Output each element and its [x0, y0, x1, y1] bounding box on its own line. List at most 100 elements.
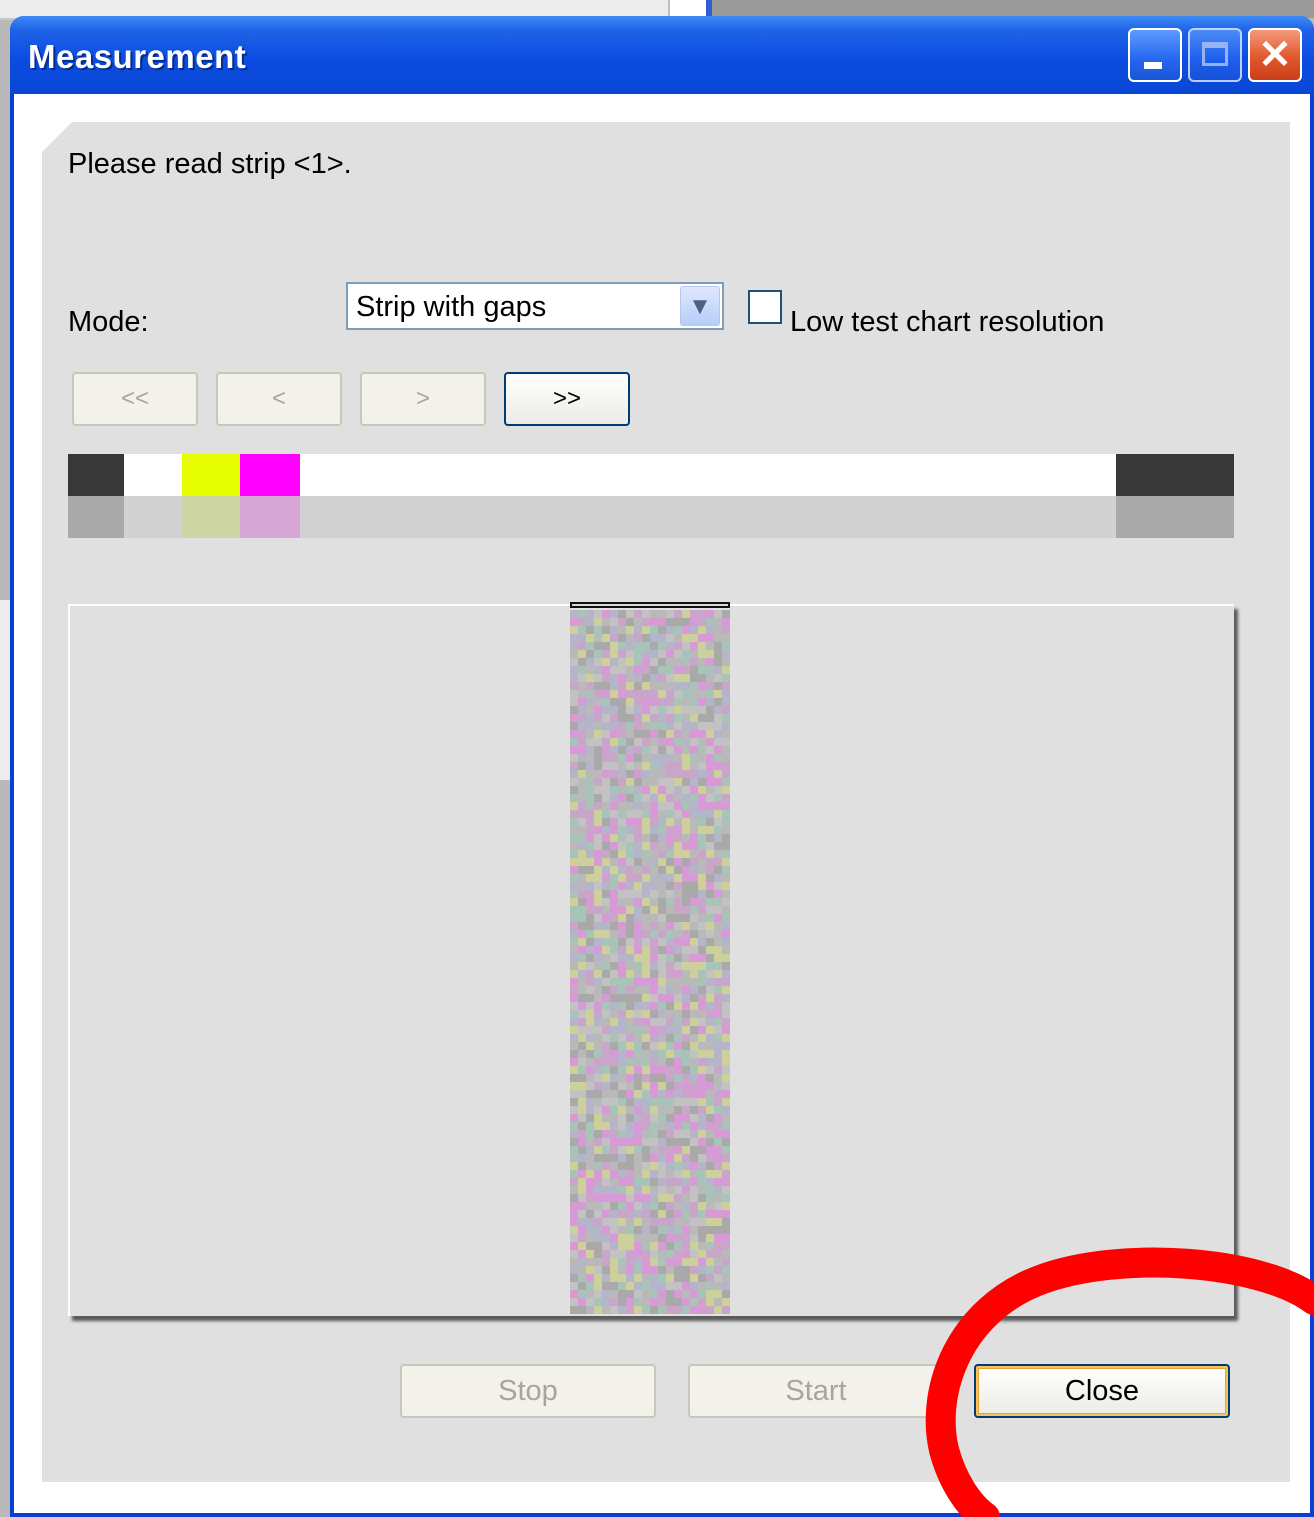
- chart-patch: [722, 810, 730, 818]
- low-resolution-checkbox[interactable]: [748, 290, 782, 324]
- chart-patch: [626, 1258, 634, 1266]
- chart-patch: [706, 1074, 714, 1082]
- stop-button[interactable]: Stop: [400, 1364, 656, 1418]
- chart-patch: [666, 906, 674, 914]
- chart-patch: [706, 650, 714, 658]
- chart-patch: [618, 1250, 626, 1258]
- chart-patch: [714, 1234, 722, 1242]
- chart-patch: [658, 1090, 666, 1098]
- chart-patch: [634, 1090, 642, 1098]
- chart-patch: [682, 1114, 690, 1122]
- chart-patch: [650, 898, 658, 906]
- chart-patch: [594, 1146, 602, 1154]
- chart-patch: [642, 986, 650, 994]
- chart-patch: [642, 826, 650, 834]
- chart-patch: [682, 658, 690, 666]
- chart-patch: [626, 1162, 634, 1170]
- chart-patch: [698, 706, 706, 714]
- chart-patch: [586, 730, 594, 738]
- chart-patch: [722, 1306, 730, 1314]
- chart-patch: [682, 906, 690, 914]
- chart-patch: [690, 610, 698, 618]
- chart-patch: [714, 1202, 722, 1210]
- chart-patch: [714, 1122, 722, 1130]
- chart-patch: [698, 1258, 706, 1266]
- first-strip-button[interactable]: <<: [72, 372, 198, 426]
- chart-patch: [618, 1010, 626, 1018]
- chart-patch: [602, 834, 610, 842]
- chart-patch: [706, 762, 714, 770]
- close-button[interactable]: Close: [974, 1364, 1230, 1418]
- minimize-button[interactable]: [1128, 28, 1182, 82]
- chart-patch: [706, 1018, 714, 1026]
- chart-patch: [666, 786, 674, 794]
- chart-patch: [706, 1234, 714, 1242]
- chart-patch: [594, 890, 602, 898]
- chart-patch: [706, 906, 714, 914]
- chart-patch: [690, 938, 698, 946]
- previous-strip-button[interactable]: <: [216, 372, 342, 426]
- chart-patch: [666, 1274, 674, 1282]
- chart-patch: [706, 1242, 714, 1250]
- chart-patch: [714, 1258, 722, 1266]
- chart-patch: [658, 770, 666, 778]
- chart-patch: [682, 930, 690, 938]
- chart-patch: [650, 706, 658, 714]
- chart-patch: [610, 674, 618, 682]
- chart-patch: [618, 794, 626, 802]
- chart-patch: [570, 946, 578, 954]
- chart-patch: [642, 754, 650, 762]
- chart-patch: [650, 762, 658, 770]
- chart-patch: [658, 738, 666, 746]
- chart-patch: [714, 1162, 722, 1170]
- mode-select[interactable]: Strip with gaps ▼: [346, 282, 724, 330]
- chart-patch: [578, 778, 586, 786]
- chart-patch: [602, 1290, 610, 1298]
- chart-patch: [634, 1066, 642, 1074]
- low-resolution-label[interactable]: Low test chart resolution: [790, 306, 1104, 339]
- close-window-button[interactable]: ✕: [1248, 28, 1302, 82]
- chart-patch: [578, 818, 586, 826]
- chart-patch: [642, 690, 650, 698]
- chart-patch: [602, 1234, 610, 1242]
- chart-patch: [722, 778, 730, 786]
- chart-patch: [650, 682, 658, 690]
- chart-patch: [682, 874, 690, 882]
- chevron-down-icon[interactable]: ▼: [680, 286, 720, 326]
- maximize-button[interactable]: [1188, 28, 1242, 82]
- chart-patch: [594, 746, 602, 754]
- chart-patch: [706, 890, 714, 898]
- chart-patch: [642, 1274, 650, 1282]
- chart-patch: [594, 610, 602, 618]
- chart-patch: [722, 834, 730, 842]
- chart-patch: [698, 674, 706, 682]
- start-button[interactable]: Start: [688, 1364, 944, 1418]
- chart-patch: [690, 858, 698, 866]
- chart-patch: [570, 858, 578, 866]
- chart-patch: [586, 794, 594, 802]
- chart-patch: [722, 754, 730, 762]
- chart-patch: [642, 1250, 650, 1258]
- chart-patch: [634, 618, 642, 626]
- next-strip-button[interactable]: >: [360, 372, 486, 426]
- chart-patch: [626, 1114, 634, 1122]
- chart-patch: [610, 1018, 618, 1026]
- chart-patch: [674, 954, 682, 962]
- chart-patch: [602, 922, 610, 930]
- last-strip-button[interactable]: >>: [504, 372, 630, 426]
- chart-patch: [610, 946, 618, 954]
- chart-patch: [570, 1218, 578, 1226]
- chart-patch: [634, 762, 642, 770]
- chart-patch: [594, 1274, 602, 1282]
- chart-patch: [690, 1234, 698, 1242]
- title-bar[interactable]: Measurement ✕: [10, 16, 1314, 94]
- chart-patch: [698, 986, 706, 994]
- chart-patch: [602, 618, 610, 626]
- chart-patch: [634, 1034, 642, 1042]
- chart-patch: [586, 1258, 594, 1266]
- chart-patch: [634, 730, 642, 738]
- chart-patch: [570, 1130, 578, 1138]
- chart-patch: [690, 898, 698, 906]
- chart-patch: [682, 834, 690, 842]
- chart-patch: [610, 642, 618, 650]
